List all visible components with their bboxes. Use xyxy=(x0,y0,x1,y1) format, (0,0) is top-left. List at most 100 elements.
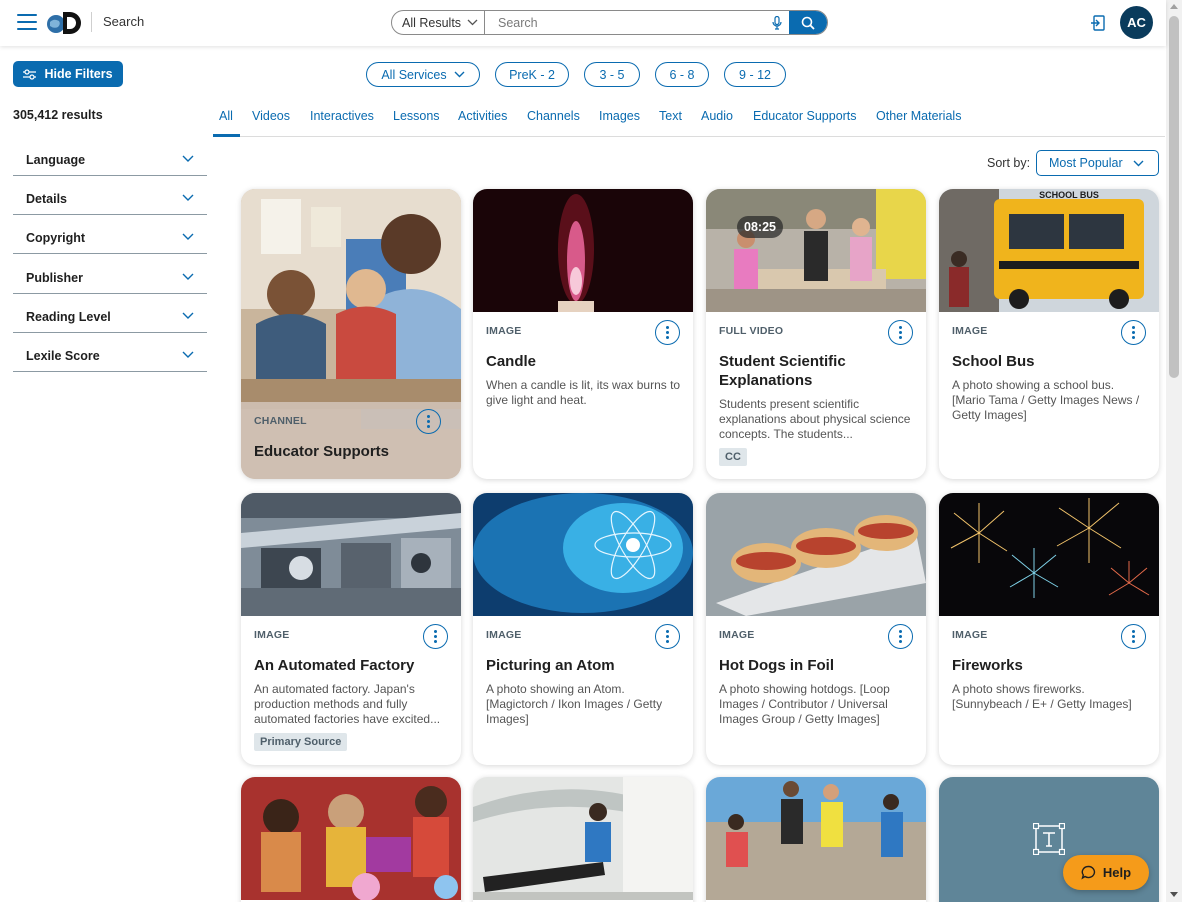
chevron-down-icon xyxy=(182,194,194,201)
more-options-button[interactable] xyxy=(888,624,913,649)
pill-6-8[interactable]: 6 - 8 xyxy=(655,62,709,87)
facet-label: Lexile Score xyxy=(26,349,100,363)
menu-icon[interactable] xyxy=(17,14,37,30)
card-type: IMAGE xyxy=(254,629,290,641)
search-scope-select[interactable]: All Results xyxy=(392,11,485,34)
more-options-button[interactable] xyxy=(655,320,680,345)
tab-label: Text xyxy=(659,109,682,123)
search-icon xyxy=(801,16,815,30)
kebab-icon xyxy=(1132,325,1135,340)
card-description: Students present scientific explanations… xyxy=(719,397,911,441)
result-card-hot-dogs-in-foil[interactable]: IMAGE Hot Dogs in Foil A photo showing h… xyxy=(706,493,926,765)
chevron-down-icon xyxy=(467,19,478,26)
card-description: A photo showing hotdogs. [Loop Images / … xyxy=(719,682,890,726)
tab-label: Lessons xyxy=(393,109,440,123)
tab-images[interactable]: Images xyxy=(599,109,640,123)
school-bus-photo: SCHOOL BUS xyxy=(939,189,1159,312)
top-bar: Search All Results AC xyxy=(0,0,1166,46)
tab-label: Interactives xyxy=(310,109,374,123)
exit-icon[interactable] xyxy=(1090,14,1108,32)
pill-9-12[interactable]: 9 - 12 xyxy=(724,62,786,87)
more-options-button[interactable] xyxy=(888,320,913,345)
card-title: An Automated Factory xyxy=(254,657,415,674)
facet-reading-level[interactable]: Reading Level xyxy=(13,308,207,333)
tab-lessons[interactable]: Lessons xyxy=(393,109,440,123)
text-resource-icon xyxy=(1033,823,1065,855)
pill-label: All Services xyxy=(381,67,447,82)
discovery-logo[interactable] xyxy=(46,9,84,37)
tab-educator-supports[interactable]: Educator Supports xyxy=(753,109,857,123)
result-card-exercise-photo[interactable] xyxy=(706,777,926,902)
tab-label: Activities xyxy=(458,109,508,123)
scroll-down-arrow[interactable] xyxy=(1170,892,1178,897)
tab-audio[interactable]: Audio xyxy=(701,109,733,123)
result-card-picturing-an-atom[interactable]: IMAGE Picturing an Atom A photo showing … xyxy=(473,493,693,765)
result-card-fireworks[interactable]: IMAGE Fireworks A photo shows fireworks.… xyxy=(939,493,1159,765)
result-card-sitting-photo[interactable] xyxy=(473,777,693,902)
kebab-icon xyxy=(666,325,669,340)
result-card-automated-factory[interactable]: IMAGE An Automated Factory An automated … xyxy=(241,493,461,765)
microphone-icon[interactable] xyxy=(765,11,789,34)
result-card-student-scientific-explanations[interactable]: 08:25 FULL VIDEO Student Scientific Expl… xyxy=(706,189,926,479)
factory-photo xyxy=(241,493,461,616)
facet-lexile-score[interactable]: Lexile Score xyxy=(13,347,207,372)
candle-photo xyxy=(473,189,693,312)
sort-label: Sort by: xyxy=(987,156,1031,170)
result-card-educator-supports[interactable]: CHANNEL Educator Supports xyxy=(241,189,461,479)
hide-filters-button[interactable]: Hide Filters xyxy=(13,61,123,87)
tab-text[interactable]: Text xyxy=(659,109,682,123)
tab-other-materials[interactable]: Other Materials xyxy=(876,109,961,123)
facet-publisher[interactable]: Publisher xyxy=(13,269,207,294)
avatar[interactable]: AC xyxy=(1120,6,1153,39)
tab-videos[interactable]: Videos xyxy=(252,109,290,123)
tab-label: Other Materials xyxy=(876,109,962,123)
kebab-icon xyxy=(899,325,902,340)
more-options-button[interactable] xyxy=(1121,320,1146,345)
card-title: Fireworks xyxy=(952,657,1023,674)
facet-details[interactable]: Details xyxy=(13,190,207,215)
fireworks-photo xyxy=(939,493,1159,616)
more-options-button[interactable] xyxy=(655,624,680,649)
more-options-button[interactable] xyxy=(416,409,441,434)
scroll-up-arrow[interactable] xyxy=(1170,4,1178,9)
atom-illustration xyxy=(473,493,693,616)
tab-interactives[interactable]: Interactives xyxy=(310,109,374,123)
card-title: Hot Dogs in Foil xyxy=(719,657,834,674)
search-input[interactable] xyxy=(485,11,765,34)
help-button[interactable]: Help xyxy=(1063,855,1149,890)
card-type: IMAGE xyxy=(952,325,988,337)
students-classroom-photo xyxy=(706,189,926,312)
facet-copyright[interactable]: Copyright xyxy=(13,229,207,254)
chevron-down-icon xyxy=(182,273,194,280)
chevron-down-icon xyxy=(182,312,194,319)
result-card-candle[interactable]: IMAGE Candle When a candle is lit, its w… xyxy=(473,189,693,479)
tab-activities[interactable]: Activities xyxy=(458,109,507,123)
tab-label: Images xyxy=(599,109,640,123)
search-button[interactable] xyxy=(789,11,827,34)
scroll-thumb[interactable] xyxy=(1169,16,1179,378)
chevron-down-icon xyxy=(1133,160,1144,166)
more-options-button[interactable] xyxy=(423,624,448,649)
result-card-school-bus[interactable]: SCHOOL BUS IMAGE School Bus A photo show… xyxy=(939,189,1159,479)
chevron-down-icon xyxy=(182,351,194,358)
hide-filters-label: Hide Filters xyxy=(44,67,113,81)
primary-source-badge: Primary Source xyxy=(254,733,348,751)
pill-label: 6 - 8 xyxy=(669,67,695,82)
content-type-tabs: All Videos Interactives Lessons Activiti… xyxy=(213,100,1165,137)
facet-label: Publisher xyxy=(26,271,83,285)
tab-all[interactable]: All xyxy=(219,109,233,123)
sort-select[interactable]: Most Popular xyxy=(1036,150,1159,176)
card-title: School Bus xyxy=(952,353,1035,370)
facet-language[interactable]: Language xyxy=(13,151,207,176)
result-card-party-photo[interactable] xyxy=(241,777,461,902)
pill-3-5[interactable]: 3 - 5 xyxy=(584,62,640,87)
pill-all-services[interactable]: All Services xyxy=(366,62,480,87)
card-type: IMAGE xyxy=(486,629,522,641)
page-scrollbar[interactable] xyxy=(1166,0,1182,902)
tab-label: Videos xyxy=(252,109,290,123)
facet-label: Details xyxy=(26,192,67,206)
pill-label: 3 - 5 xyxy=(599,67,625,82)
more-options-button[interactable] xyxy=(1121,624,1146,649)
pill-prek-2[interactable]: PreK - 2 xyxy=(495,62,569,87)
tab-channels[interactable]: Channels xyxy=(527,109,580,123)
